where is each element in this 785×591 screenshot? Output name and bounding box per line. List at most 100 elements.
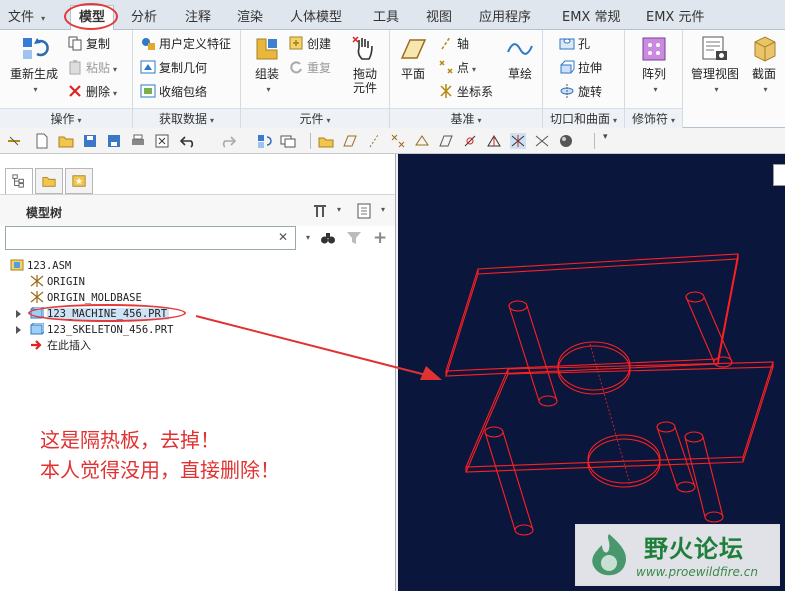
appearance-sphere-icon[interactable]	[558, 133, 574, 149]
print-icon[interactable]	[130, 133, 146, 149]
sketch-button[interactable]: 草绘	[500, 34, 540, 81]
annotation-line-1: 这是隔热板，去掉！	[40, 428, 220, 452]
toolbar-more-icon[interactable]: ▾	[603, 132, 608, 142]
tree-search-input[interactable]	[6, 227, 271, 249]
tree-filter-field[interactable]: ✕	[5, 226, 296, 250]
add-column-icon[interactable]: +	[373, 228, 387, 248]
pattern-button[interactable]: 阵列 ▾	[633, 34, 675, 97]
tree-settings-dropdown-icon[interactable]: ▾	[337, 205, 341, 214]
tab-analysis[interactable]: 分析	[131, 7, 157, 29]
filter-funnel-icon[interactable]	[346, 230, 362, 246]
paste-button[interactable]: 粘贴 ▾	[67, 58, 117, 78]
shrinkwrap-button[interactable]: 收缩包络	[140, 82, 207, 102]
axis-button[interactable]: 轴	[438, 34, 469, 54]
assemble-button[interactable]: 组装 ▾	[247, 34, 287, 97]
wireframe-active-icon[interactable]	[510, 133, 526, 149]
csys-display-icon[interactable]	[414, 133, 430, 149]
plane-button[interactable]: 平面	[394, 34, 432, 81]
create-component-button[interactable]: 创建	[288, 34, 331, 54]
clear-filter-icon[interactable]: ✕	[278, 230, 288, 244]
section-icon	[754, 36, 776, 62]
find-binoculars-icon[interactable]	[320, 230, 336, 246]
paste-icon	[69, 60, 81, 75]
group-operations-label[interactable]: 操作 ▾	[0, 108, 132, 128]
csys-icon	[30, 291, 44, 303]
favorites-tab[interactable]	[65, 168, 93, 194]
manage-views-icon	[702, 36, 727, 60]
tree-row-csys-moldbase[interactable]: ORIGIN_MOLDBASE	[30, 290, 142, 306]
tab-view[interactable]: 视图	[426, 7, 452, 29]
tab-model[interactable]: 模型	[70, 5, 115, 31]
hole-button[interactable]: 孔	[559, 34, 590, 54]
copy-geometry-button[interactable]: 复制几何	[140, 58, 207, 78]
tree-row-csys-origin[interactable]: ORIGIN	[30, 274, 85, 290]
axis-display-icon[interactable]	[366, 133, 382, 149]
regenerate-small-icon[interactable]	[256, 133, 272, 149]
toolbar-separator	[594, 133, 595, 149]
spin-center-icon[interactable]	[462, 133, 478, 149]
pattern-icon	[642, 37, 666, 61]
close-window-icon[interactable]	[154, 133, 170, 149]
tree-row-machine-part[interactable]: 123_MACHINE_456.PRT	[30, 306, 170, 322]
insert-arrow-icon	[31, 340, 42, 350]
folder-browser-tab[interactable]	[35, 168, 63, 194]
tab-annotate[interactable]: 注释	[185, 7, 211, 29]
tree-show-icon[interactable]	[356, 203, 372, 219]
toolbar-separator	[310, 133, 311, 149]
revolve-button[interactable]: 旋转	[559, 82, 602, 102]
tree-show-dropdown-icon[interactable]: ▾	[381, 205, 385, 214]
tab-tools[interactable]: 工具	[373, 7, 399, 29]
copy-icon	[68, 36, 82, 51]
udf-button[interactable]: 用户定义特征	[140, 34, 231, 54]
model-tree-tab[interactable]	[5, 168, 33, 194]
tab-applications[interactable]: 应用程序	[479, 7, 531, 29]
model-tree-title: 模型树	[26, 206, 63, 220]
windows-icon[interactable]	[280, 133, 296, 149]
tab-render[interactable]: 渲染	[237, 7, 263, 29]
redo-icon[interactable]	[220, 133, 236, 149]
drag-components-button[interactable]: 拖动 元件	[345, 34, 385, 95]
shading-edges-icon[interactable]	[486, 133, 502, 149]
section-button[interactable]: 截面 ▾	[747, 34, 781, 97]
tree-row-assembly[interactable]: 123.ASM	[10, 258, 71, 274]
delete-button[interactable]: 删除 ▾	[67, 82, 117, 102]
tab-emx-components[interactable]: EMX 元件	[646, 7, 704, 29]
save-copy-icon[interactable]	[106, 133, 122, 149]
lower-hole-wireframe	[587, 434, 661, 484]
regenerate-button[interactable]: 重新生成 ▾	[6, 34, 62, 97]
tree-settings-icon[interactable]	[312, 203, 328, 219]
datum-display-icon[interactable]	[6, 133, 22, 149]
copy-button[interactable]: 复制	[67, 34, 110, 54]
copy-geometry-icon	[140, 60, 156, 74]
save-icon[interactable]	[82, 133, 98, 149]
annotation-display-icon[interactable]	[438, 133, 454, 149]
open-folder-icon[interactable]	[58, 133, 74, 149]
manage-views-button[interactable]: 管理视图 ▾	[687, 34, 743, 97]
hidden-line-icon[interactable]	[534, 133, 550, 149]
expand-arrow-icon[interactable]	[16, 310, 21, 318]
plane-display-icon[interactable]	[342, 133, 358, 149]
group-component-label[interactable]: 元件 ▾	[241, 108, 389, 128]
repeat-icon	[290, 61, 302, 74]
extrude-button[interactable]: 拉伸	[559, 58, 602, 78]
tree-row-insert-here[interactable]: 在此插入	[30, 338, 91, 354]
filter-dropdown-icon[interactable]: ▾	[306, 233, 310, 242]
expand-arrow-icon[interactable]	[16, 326, 21, 334]
tab-file[interactable]: 文件 ▾	[8, 7, 45, 29]
ribbon-tab-bar: 文件 ▾ 模型 分析 注释 渲染 人体模型 工具 视图 应用程序 EMX 常规 …	[0, 0, 785, 31]
tab-emx-general[interactable]: EMX 常规	[562, 7, 620, 29]
tree-row-skeleton-part[interactable]: 123_SKELETON_456.PRT	[30, 322, 173, 338]
repeat-button[interactable]: 重复	[288, 58, 331, 78]
point-button[interactable]: 点 ▾	[438, 58, 476, 78]
group-modifiers-label[interactable]: 修饰符 ▾	[625, 108, 682, 128]
tab-manikin[interactable]: 人体模型	[290, 7, 342, 29]
group-get-data-label[interactable]: 获取数据 ▾	[133, 108, 240, 128]
group-datum-label[interactable]: 基准 ▾	[390, 108, 542, 128]
new-file-icon[interactable]	[34, 133, 50, 149]
group-cut-surface-label[interactable]: 切口和曲面 ▾	[543, 108, 624, 128]
folder-refit-icon[interactable]	[318, 133, 334, 149]
regenerate-icon	[23, 38, 49, 59]
undo-icon[interactable]	[180, 133, 196, 149]
point-display-icon[interactable]	[390, 133, 406, 149]
csys-button[interactable]: 坐标系	[438, 82, 493, 102]
